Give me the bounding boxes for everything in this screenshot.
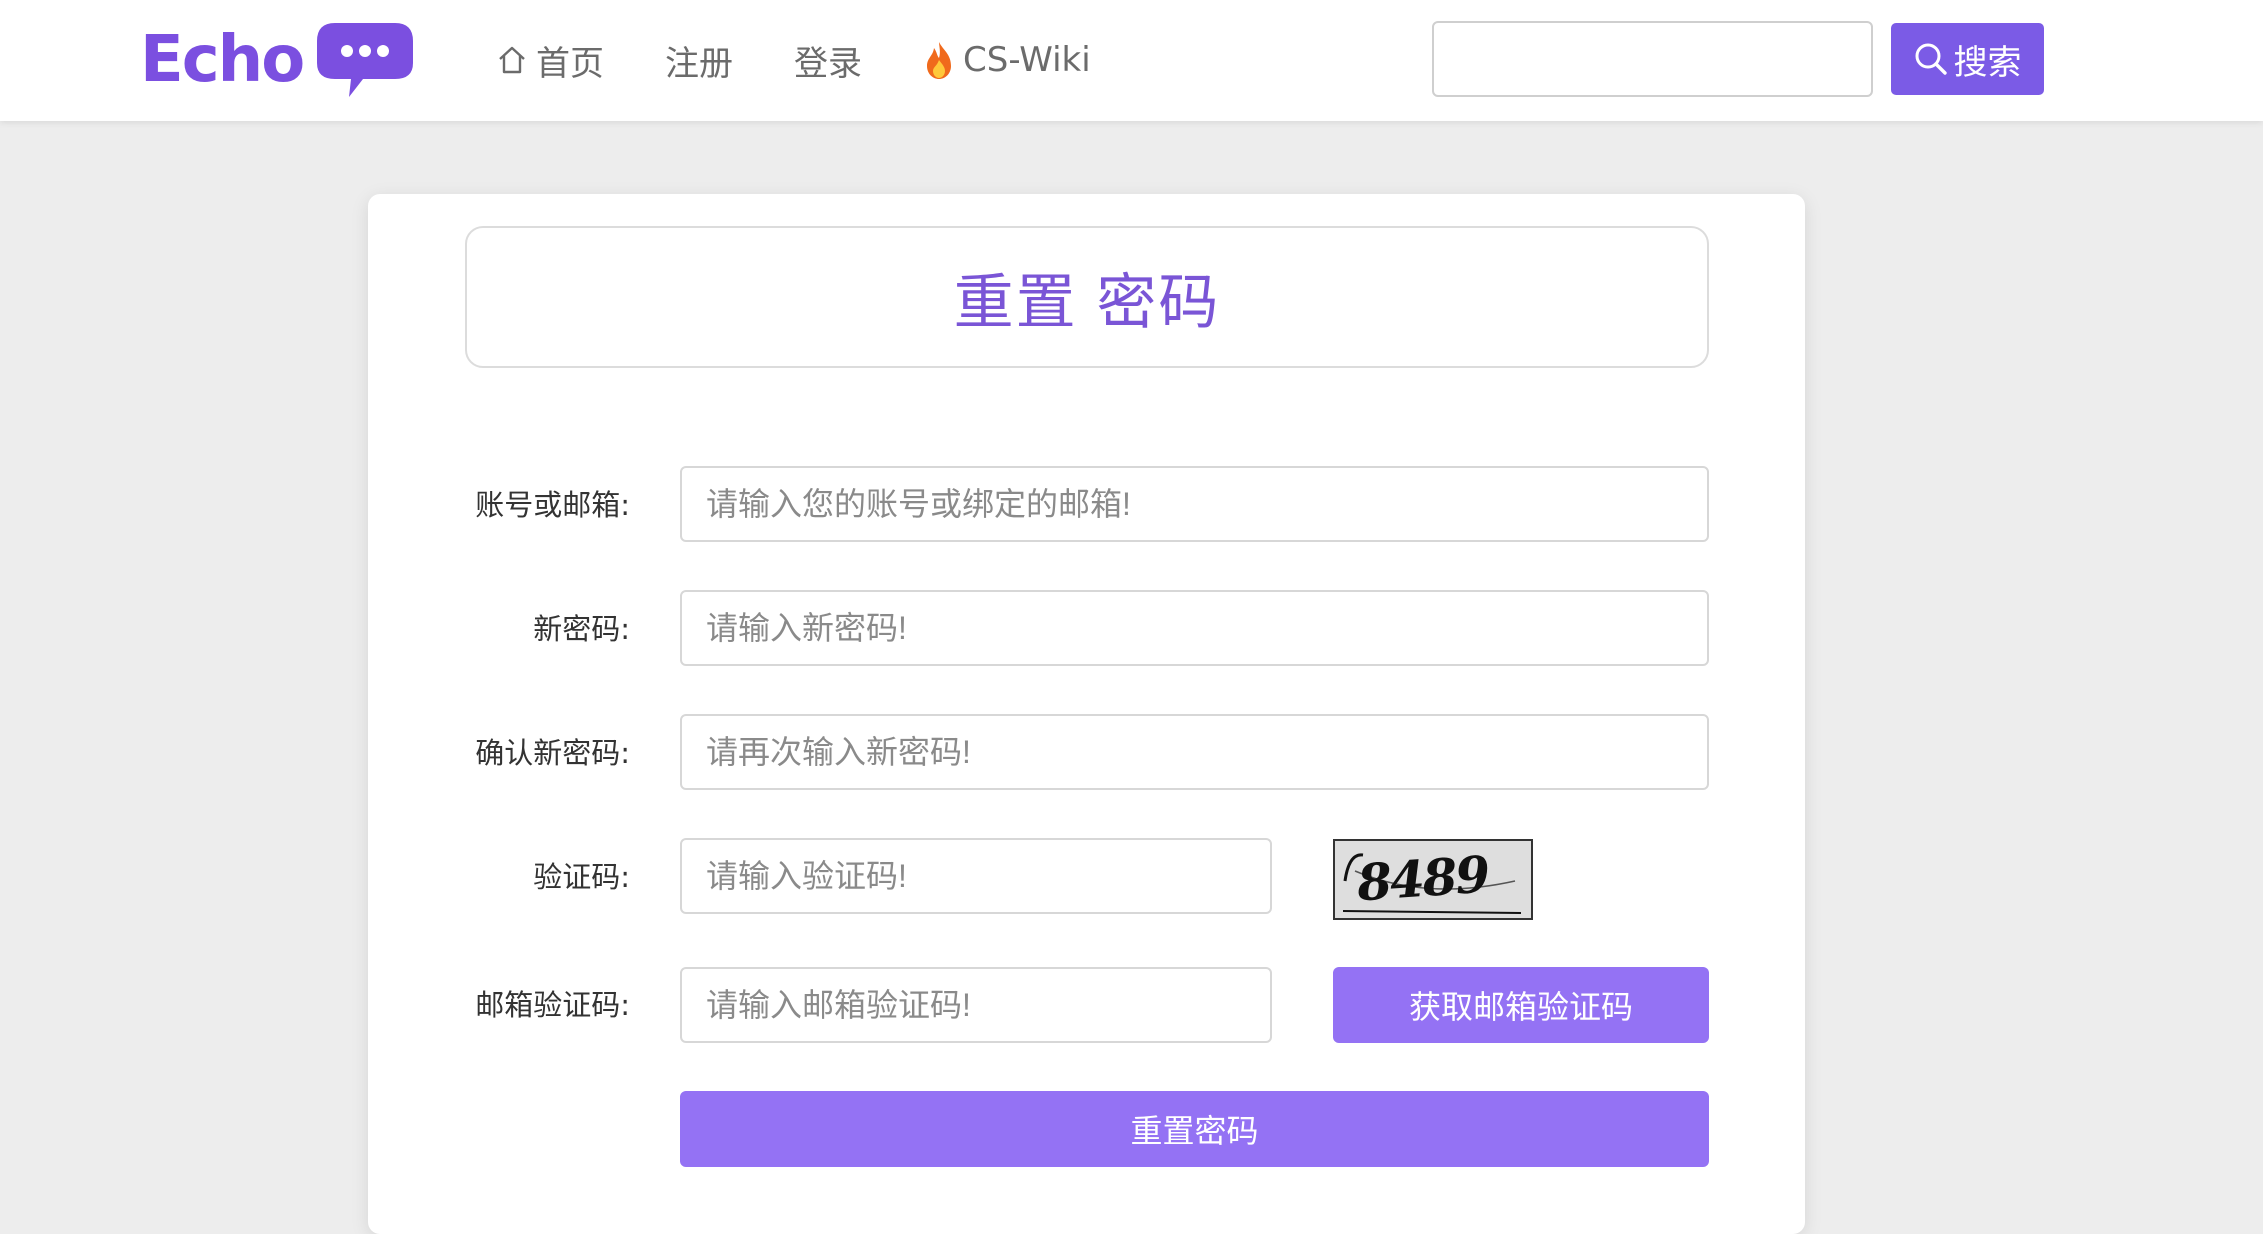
search-button[interactable]: 搜索 <box>1891 23 2044 95</box>
logo[interactable]: Echo <box>140 18 415 102</box>
captcha-input[interactable] <box>680 838 1272 914</box>
nav-register[interactable]: 注册 <box>665 30 733 90</box>
fire-icon <box>923 40 955 80</box>
nav-home-label: 首页 <box>536 43 604 84</box>
home-icon <box>496 44 528 76</box>
reset-password-button[interactable]: 重置密码 <box>680 1091 1709 1167</box>
nav-register-label: 注册 <box>665 43 733 84</box>
logo-text: Echo <box>140 23 305 97</box>
search-input[interactable] <box>1432 21 1873 97</box>
account-input[interactable] <box>680 466 1709 542</box>
nav-login[interactable]: 登录 <box>794 30 862 90</box>
account-label: 账号或邮箱: <box>475 488 630 522</box>
page-title: 重置 密码 <box>953 268 1221 336</box>
email-code-label: 邮箱验证码: <box>475 988 630 1022</box>
captcha-label: 验证码: <box>533 860 630 894</box>
chat-bubble-icon <box>317 23 414 97</box>
reset-password-label: 重置密码 <box>1130 1112 1259 1150</box>
get-email-code-label: 获取邮箱验证码 <box>1408 988 1633 1026</box>
reset-password-card: 重置 密码 账号或邮箱: 新密码: 确认新密码: 验证码: 8489 邮箱验证码… <box>368 194 1805 1234</box>
title-box: 重置 密码 <box>465 226 1709 368</box>
confirm-password-input[interactable] <box>680 714 1709 790</box>
nav-login-label: 登录 <box>794 43 862 84</box>
nav-home[interactable]: 首页 <box>496 30 604 90</box>
new-password-input[interactable] <box>680 590 1709 666</box>
captcha-text: 8489 <box>1355 844 1491 913</box>
search-icon <box>1915 43 1947 75</box>
confirm-password-label: 确认新密码: <box>475 736 630 770</box>
captcha-image[interactable]: 8489 <box>1333 839 1533 920</box>
nav-cs-wiki[interactable]: CS-Wiki <box>923 30 1091 90</box>
email-code-input[interactable] <box>680 967 1272 1043</box>
get-email-code-button[interactable]: 获取邮箱验证码 <box>1333 967 1709 1043</box>
top-navbar: Echo 首页 注册 登录 CS-Wiki 搜索 <box>0 0 2263 121</box>
nav-wiki-label: CS-Wiki <box>963 40 1091 80</box>
new-password-label: 新密码: <box>533 612 630 646</box>
search-button-label: 搜索 <box>1953 42 2022 83</box>
